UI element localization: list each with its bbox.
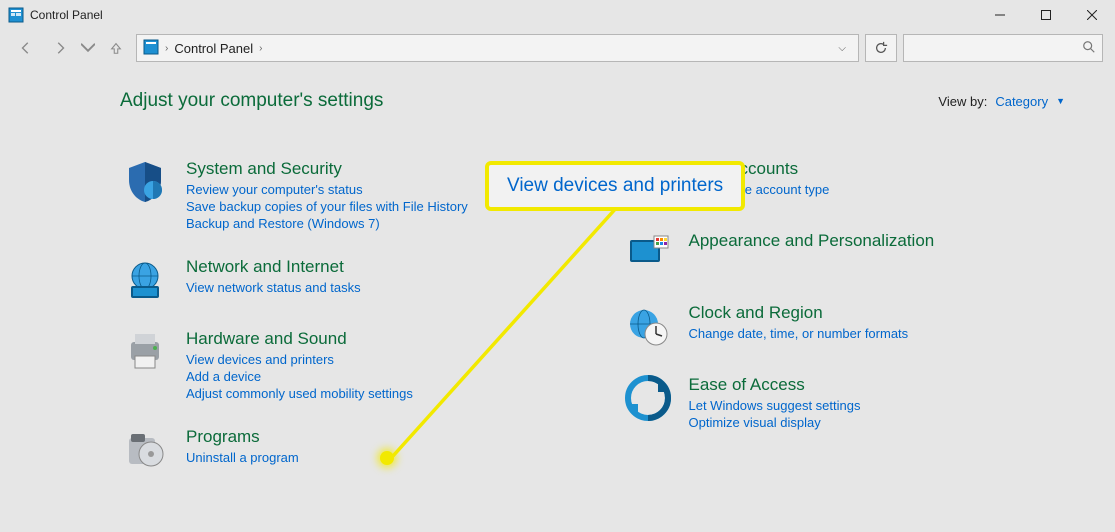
control-panel-breadcrumb-icon — [143, 39, 159, 58]
ease-of-access-icon — [623, 373, 673, 423]
link-suggest-settings[interactable]: Let Windows suggest settings — [689, 398, 861, 413]
link-mobility-settings[interactable]: Adjust commonly used mobility settings — [186, 386, 413, 401]
link-add-device[interactable]: Add a device — [186, 369, 413, 384]
category-title[interactable]: Hardware and Sound — [186, 329, 413, 349]
forward-button[interactable] — [46, 34, 74, 62]
shield-icon — [120, 157, 170, 207]
appearance-icon — [623, 229, 673, 279]
refresh-button[interactable] — [865, 34, 897, 62]
programs-icon — [120, 425, 170, 475]
view-by-value[interactable]: Category — [995, 94, 1048, 109]
control-panel-window: Control Panel — [0, 0, 1115, 532]
chevron-icon[interactable]: › — [165, 43, 168, 54]
titlebar: Control Panel — [0, 0, 1115, 30]
chevron-icon[interactable]: › — [259, 43, 262, 54]
category-hardware-sound: Hardware and Sound View devices and prin… — [120, 327, 563, 403]
recent-locations-button[interactable] — [80, 34, 96, 62]
link-file-history[interactable]: Save backup copies of your files with Fi… — [186, 199, 468, 214]
category-title[interactable]: Network and Internet — [186, 257, 361, 277]
breadcrumb-item[interactable]: Control Panel — [174, 41, 253, 56]
address-bar: › Control Panel › ⌵ — [0, 30, 1115, 66]
link-network-status[interactable]: View network status and tasks — [186, 280, 361, 295]
view-by-label: View by: — [938, 94, 987, 109]
category-network-internet: Network and Internet View network status… — [120, 255, 563, 305]
category-appearance-personalization: Appearance and Personalization — [623, 229, 1066, 279]
back-button[interactable] — [12, 34, 40, 62]
search-icon — [1082, 40, 1096, 57]
link-view-devices-printers[interactable]: View devices and printers — [186, 352, 413, 367]
search-input[interactable] — [903, 34, 1103, 62]
view-by-control[interactable]: View by: Category ▼ — [938, 94, 1065, 109]
up-button[interactable] — [102, 34, 130, 62]
maximize-button[interactable] — [1023, 0, 1069, 30]
printer-icon — [120, 327, 170, 377]
content-area: Adjust your computer's settings View by:… — [0, 66, 1115, 517]
link-change-date-time[interactable]: Change date, time, or number formats — [689, 326, 909, 341]
callout-dot — [380, 451, 394, 465]
link-review-status[interactable]: Review your computer's status — [186, 182, 468, 197]
category-title[interactable]: Programs — [186, 427, 299, 447]
address-dropdown[interactable]: ⌵ — [832, 43, 852, 54]
minimize-button[interactable] — [977, 0, 1023, 30]
chevron-down-icon: ▼ — [1056, 96, 1065, 106]
control-panel-icon — [8, 7, 24, 23]
window-title: Control Panel — [30, 8, 103, 22]
category-programs: Programs Uninstall a program — [120, 425, 563, 475]
category-clock-region: Clock and Region Change date, time, or n… — [623, 301, 1066, 351]
category-ease-of-access: Ease of Access Let Windows suggest setti… — [623, 373, 1066, 432]
category-title[interactable]: Clock and Region — [689, 303, 909, 323]
category-title[interactable]: System and Security — [186, 159, 468, 179]
heading-row: Adjust your computer's settings View by:… — [120, 90, 1065, 112]
link-uninstall-program[interactable]: Uninstall a program — [186, 450, 299, 465]
clock-icon — [623, 301, 673, 351]
page-heading: Adjust your computer's settings — [120, 90, 383, 112]
breadcrumb-bar[interactable]: › Control Panel › ⌵ — [136, 34, 859, 62]
close-button[interactable] — [1069, 0, 1115, 30]
category-title[interactable]: Appearance and Personalization — [689, 231, 935, 251]
link-optimize-display[interactable]: Optimize visual display — [689, 415, 861, 430]
globe-icon — [120, 255, 170, 305]
link-backup-restore[interactable]: Backup and Restore (Windows 7) — [186, 216, 468, 231]
category-title[interactable]: Ease of Access — [689, 375, 861, 395]
callout-annotation: View devices and printers — [485, 161, 745, 211]
